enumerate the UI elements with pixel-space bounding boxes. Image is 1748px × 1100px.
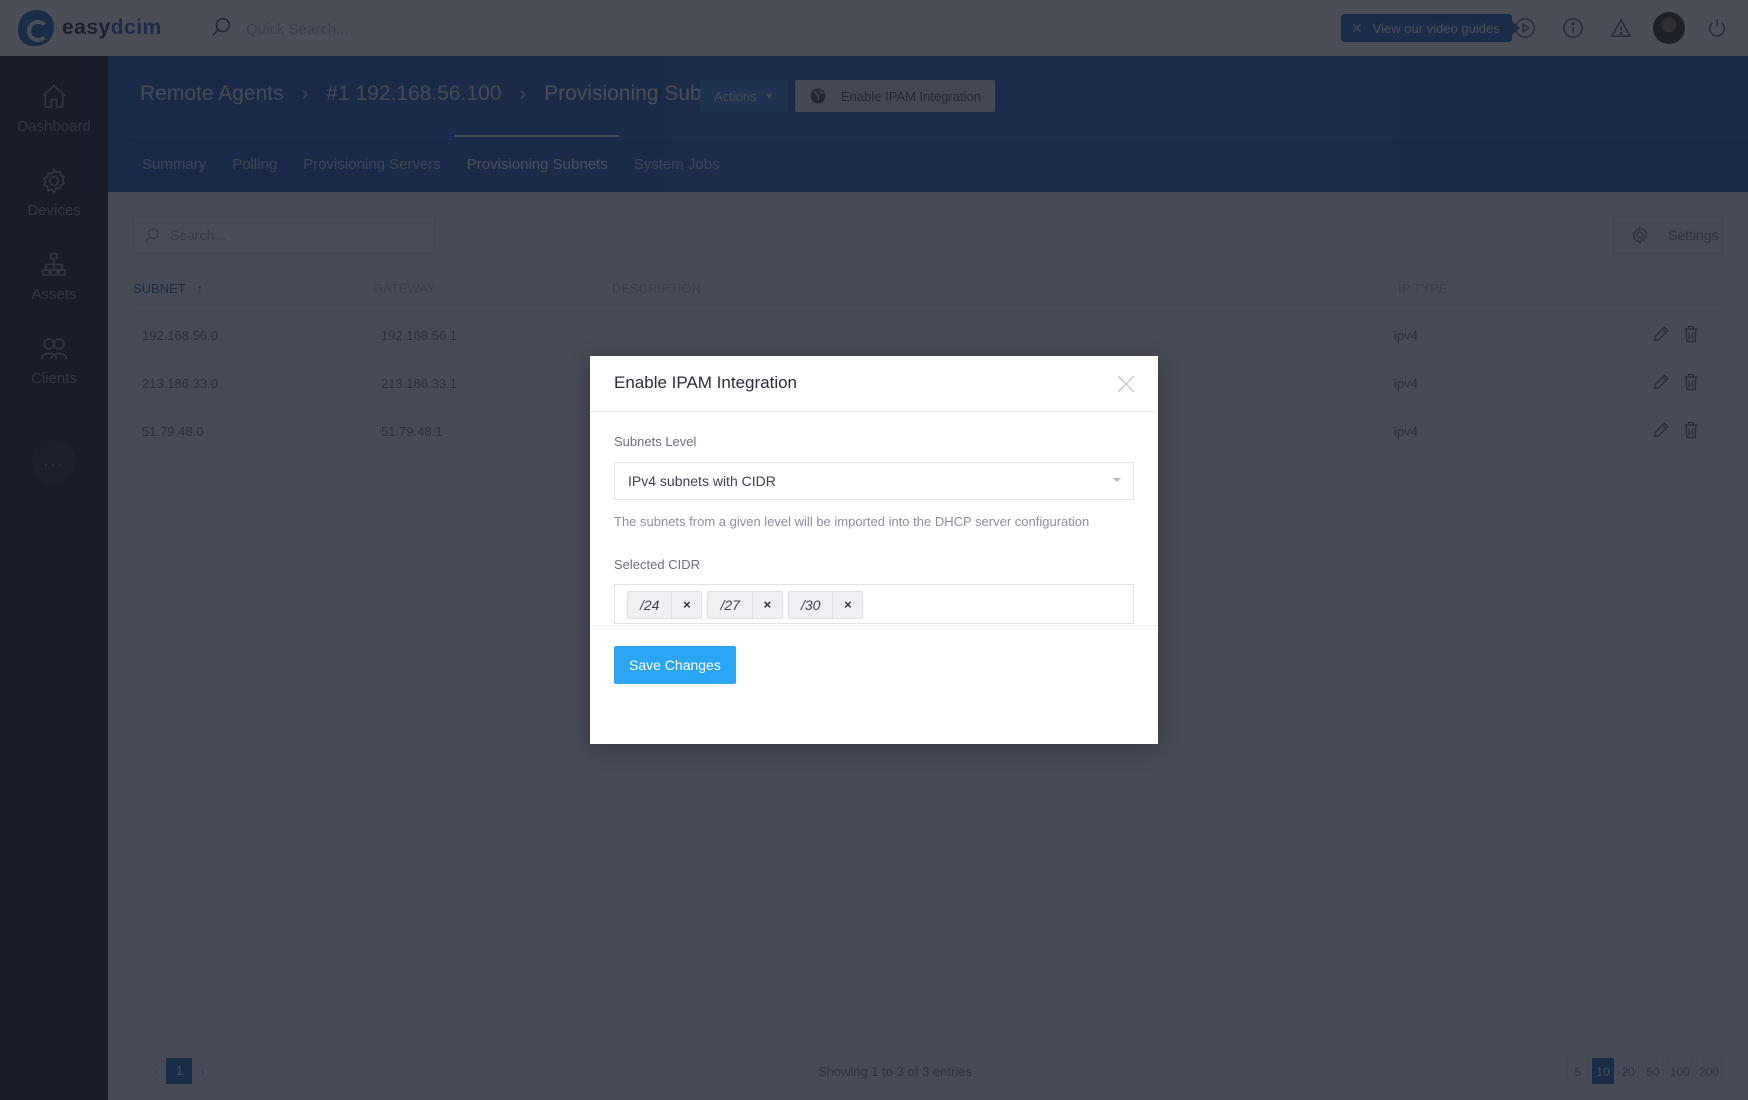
selected-cidr-input[interactable]: /24 × /27 × /30 × bbox=[614, 584, 1134, 624]
selected-cidr-label: Selected CIDR bbox=[614, 557, 700, 572]
caret-down-icon bbox=[1113, 478, 1121, 482]
modal-footer: Save Changes bbox=[590, 626, 1158, 744]
save-changes-button[interactable]: Save Changes bbox=[614, 646, 736, 684]
enable-ipam-modal: Enable IPAM Integration Subnets Level IP… bbox=[590, 356, 1158, 744]
cidr-tag: /30 × bbox=[787, 591, 864, 619]
cidr-tag-value: /24 bbox=[640, 597, 660, 613]
subnets-level-value: IPv4 subnets with CIDR bbox=[628, 473, 776, 489]
close-icon bbox=[1117, 375, 1135, 393]
subnets-level-hint: The subnets from a given level will be i… bbox=[614, 514, 1090, 529]
cidr-tag: /24 × bbox=[627, 591, 703, 619]
modal-body: Subnets Level IPv4 subnets with CIDR The… bbox=[590, 412, 1158, 626]
remove-tag-icon[interactable]: × bbox=[751, 592, 782, 618]
remove-tag-icon[interactable]: × bbox=[832, 592, 862, 618]
cidr-tag-value: /27 bbox=[720, 597, 740, 613]
remove-tag-icon[interactable]: × bbox=[671, 592, 701, 618]
cidr-tag-value: /30 bbox=[800, 597, 821, 613]
cidr-tag: /27 × bbox=[707, 591, 783, 619]
close-button[interactable] bbox=[1116, 374, 1136, 394]
modal-title: Enable IPAM Integration bbox=[614, 373, 798, 392]
modal-header: Enable IPAM Integration bbox=[590, 356, 1158, 412]
subnets-level-label: Subnets Level bbox=[614, 434, 697, 449]
subnets-level-select[interactable]: IPv4 subnets with CIDR bbox=[614, 462, 1134, 500]
